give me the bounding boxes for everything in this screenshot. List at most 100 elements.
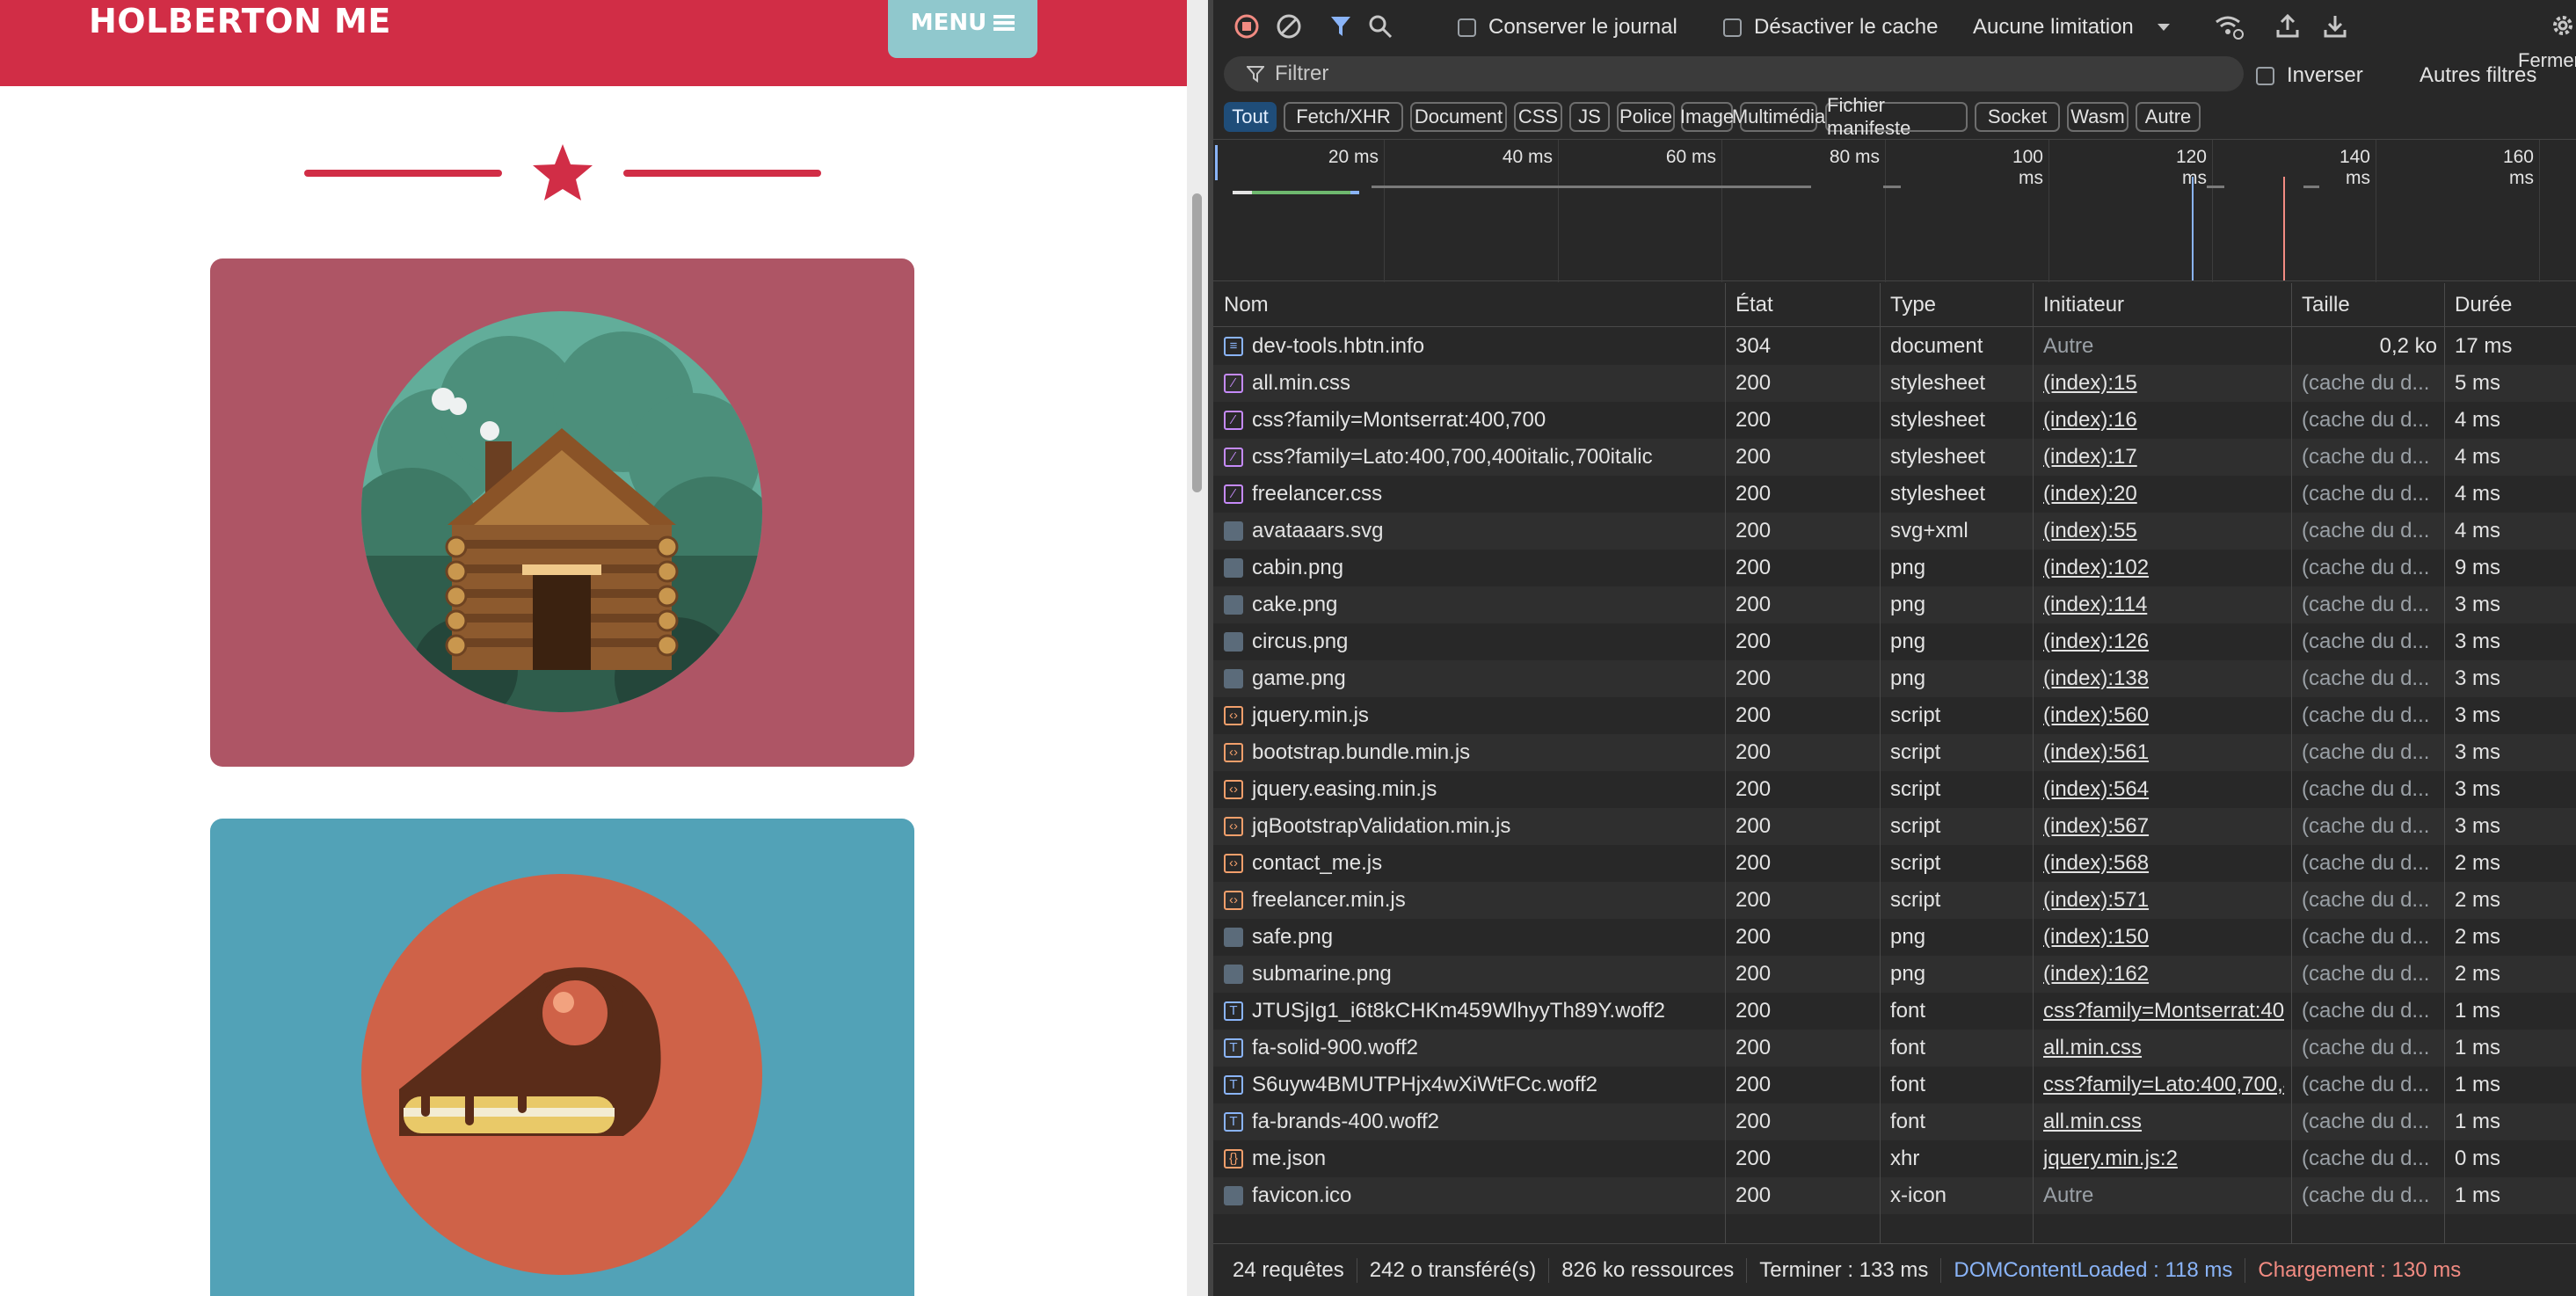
preserve-log-checkbox[interactable]: Conserver le journal	[1458, 15, 1677, 40]
request-initiator-cell[interactable]: jquery.min.js:2	[2043, 1140, 2284, 1177]
initiator-link[interactable]: jquery.min.js:2	[2043, 1147, 2178, 1170]
initiator-link[interactable]: (index):568	[2043, 851, 2149, 875]
type-filter-chip[interactable]: Tout	[1224, 102, 1277, 132]
request-row[interactable]: game.png 200 png (index):138 (cache du d... 3…	[1213, 660, 2576, 697]
type-filter-chip[interactable]: CSS	[1514, 102, 1562, 132]
request-initiator-cell[interactable]: (index):126	[2043, 623, 2284, 660]
initiator-link[interactable]: (index):126	[2043, 630, 2149, 653]
type-filter-chip[interactable]: Wasm	[2067, 102, 2128, 132]
initiator-link[interactable]: (index):55	[2043, 519, 2137, 542]
initiator-link[interactable]: css?family=Lato:400,700,400italic,700ita…	[2043, 1073, 2284, 1096]
page-scrollbar-thumb[interactable]	[1192, 193, 1202, 492]
column-header[interactable]: Initiateur	[2033, 283, 2291, 327]
initiator-link[interactable]: (index):17	[2043, 445, 2137, 469]
initiator-link[interactable]: all.min.css	[2043, 1110, 2142, 1133]
request-row[interactable]: safe.png 200 png (index):150 (cache du d... 2…	[1213, 919, 2576, 956]
type-filter-chip[interactable]: JS	[1569, 102, 1610, 132]
request-row[interactable]: T S6uyw4BMUTPHjx4wXiWtFCc.woff2 200 font css…	[1213, 1067, 2576, 1103]
filter-toggle[interactable]	[1329, 14, 1352, 39]
request-row[interactable]: ⁄ all.min.css 200 stylesheet (index):15 (cach…	[1213, 365, 2576, 402]
request-row[interactable]: cabin.png 200 png (index):102 (cache du d...…	[1213, 550, 2576, 586]
request-initiator-cell[interactable]: (index):55	[2043, 513, 2284, 550]
request-row[interactable]: Tfa-brands-400.woff2 200 font all.min.css (c…	[1213, 1103, 2576, 1140]
request-initiator-cell[interactable]: (index):138	[2043, 660, 2284, 697]
initiator-link[interactable]: (index):560	[2043, 703, 2149, 727]
type-filter-chip[interactable]: Document	[1410, 102, 1507, 132]
request-row[interactable]: ‹› jquery.easing.min.js 200 script (index):5…	[1213, 771, 2576, 808]
request-row[interactable]: T JTUSjIg1_i6t8kCHKm459WlhyyTh89Y.woff2 20…	[1213, 993, 2576, 1030]
type-filter-chip[interactable]: Fetch/XHR	[1284, 102, 1403, 132]
initiator-link[interactable]: (index):571	[2043, 888, 2149, 912]
type-filter-chip[interactable]: Image	[1680, 102, 1734, 132]
import-har-button[interactable]	[2275, 12, 2300, 39]
initiator-link[interactable]: css?family=Montserrat:400,700	[2043, 999, 2284, 1023]
request-row[interactable]: favicon.ico 200 x-icon Autre (cache du d... 1…	[1213, 1177, 2576, 1214]
initiator-link[interactable]: (index):102	[2043, 556, 2149, 579]
request-initiator-cell[interactable]: all.min.css	[2043, 1030, 2284, 1067]
request-row[interactable]: avataaars.svg 200 svg+xml (index):55 (cache …	[1213, 513, 2576, 550]
initiator-link[interactable]: (index):138	[2043, 666, 2149, 690]
request-row[interactable]: ‹› bootstrap.bundle.min.js 200 script (index…	[1213, 734, 2576, 771]
invert-checkbox[interactable]: Inverser	[2256, 63, 2363, 88]
timeline-overview[interactable]: 20 ms 40 ms 60 ms 80 ms 100 ms 120 ms 140 ms 16…	[1213, 139, 2576, 282]
request-initiator-cell[interactable]: (index):20	[2043, 476, 2284, 513]
clear-button[interactable]	[1277, 14, 1301, 39]
portfolio-item-cake[interactable]	[210, 819, 914, 1296]
request-row[interactable]: circus.png 200 png (index):126 (cache du d..…	[1213, 623, 2576, 660]
initiator-link[interactable]: (index):561	[2043, 740, 2149, 764]
brand-link[interactable]: HOLBERTON ME	[89, 0, 391, 46]
request-row[interactable]: ≡ dev-tools.hbtn.info 304 document Autre 0,2 …	[1213, 328, 2576, 365]
initiator-link[interactable]: (index):567	[2043, 814, 2149, 838]
initiator-link[interactable]: (index):20	[2043, 482, 2137, 506]
export-har-button[interactable]	[2323, 12, 2347, 39]
initiator-link[interactable]: all.min.css	[2043, 1036, 2142, 1059]
request-initiator-cell[interactable]: (index):102	[2043, 550, 2284, 586]
type-filter-chip[interactable]: Police	[1617, 102, 1675, 132]
request-row[interactable]: ‹› contact_me.js 200 script (index):568 (cach…	[1213, 845, 2576, 882]
settings-button[interactable]	[2550, 12, 2576, 39]
column-header[interactable]: Durée	[2444, 283, 2576, 327]
request-initiator-cell[interactable]: (index):150	[2043, 919, 2284, 956]
initiator-link[interactable]: (index):114	[2043, 593, 2147, 616]
request-initiator-cell[interactable]: (index):564	[2043, 771, 2284, 808]
request-row[interactable]: ‹› jquery.min.js 200 script (index):560 (cach…	[1213, 697, 2576, 734]
checkbox-box[interactable]	[2256, 66, 2274, 85]
portfolio-item-cabin[interactable]	[210, 258, 914, 767]
type-filter-chip[interactable]: Multimédia	[1732, 102, 1825, 132]
type-filter-chip[interactable]: Autre	[2136, 102, 2201, 132]
request-initiator-cell[interactable]: (index):16	[2043, 402, 2284, 439]
throttling-select[interactable]: Aucune limitation	[1973, 15, 2171, 40]
request-initiator-cell[interactable]: css?family=Montserrat:400,700	[2043, 993, 2284, 1030]
request-initiator-cell[interactable]: all.min.css	[2043, 1103, 2284, 1140]
column-header[interactable]: Type	[1880, 283, 2033, 327]
request-initiator-cell[interactable]: (index):15	[2043, 365, 2284, 402]
type-filter-chip[interactable]: Fichier manifeste	[1825, 94, 1968, 139]
request-initiator-cell[interactable]: (index):571	[2043, 882, 2284, 919]
search-button[interactable]	[1368, 14, 1393, 39]
request-row[interactable]: ⁄ css?family=Lato:400,700,400italic,700it…	[1213, 439, 2576, 476]
request-row[interactable]: submarine.png 200 png (index):162 (cache du …	[1213, 956, 2576, 993]
disable-cache-checkbox[interactable]: Désactiver le cache	[1723, 15, 1938, 40]
request-row[interactable]: ⁄ css?family=Montserrat:400,700 200 stylesh…	[1213, 402, 2576, 439]
request-row[interactable]: cake.png 200 png (index):114 (cache du d... 3…	[1213, 586, 2576, 623]
request-initiator-cell[interactable]: (index):568	[2043, 845, 2284, 882]
type-filter-chip[interactable]: Socket	[1975, 102, 2060, 132]
request-row[interactable]: ‹› freelancer.min.js 200 script (index):571 (…	[1213, 882, 2576, 919]
column-header[interactable]: Taille	[2291, 283, 2444, 327]
request-initiator-cell[interactable]: (index):114	[2043, 586, 2284, 623]
column-header[interactable]: État	[1725, 283, 1880, 327]
initiator-link[interactable]: (index):15	[2043, 371, 2137, 395]
record-button[interactable]	[1234, 14, 1259, 39]
request-initiator-cell[interactable]: (index):560	[2043, 697, 2284, 734]
request-row[interactable]: ⁄ freelancer.css 200 stylesheet (index):20 (c…	[1213, 476, 2576, 513]
network-conditions-button[interactable]	[2214, 13, 2244, 40]
request-initiator-cell[interactable]: (index):561	[2043, 734, 2284, 771]
initiator-link[interactable]: (index):150	[2043, 925, 2149, 949]
initiator-link[interactable]: (index):16	[2043, 408, 2137, 432]
initiator-link[interactable]: (index):564	[2043, 777, 2149, 801]
request-row[interactable]: ‹› jqBootstrapValidation.min.js 200 script (…	[1213, 808, 2576, 845]
request-initiator-cell[interactable]: (index):567	[2043, 808, 2284, 845]
initiator-link[interactable]: (index):162	[2043, 962, 2149, 986]
request-row[interactable]: Tfa-solid-900.woff2 200 font all.min.css (ca…	[1213, 1030, 2576, 1067]
request-initiator-cell[interactable]: (index):17	[2043, 439, 2284, 476]
